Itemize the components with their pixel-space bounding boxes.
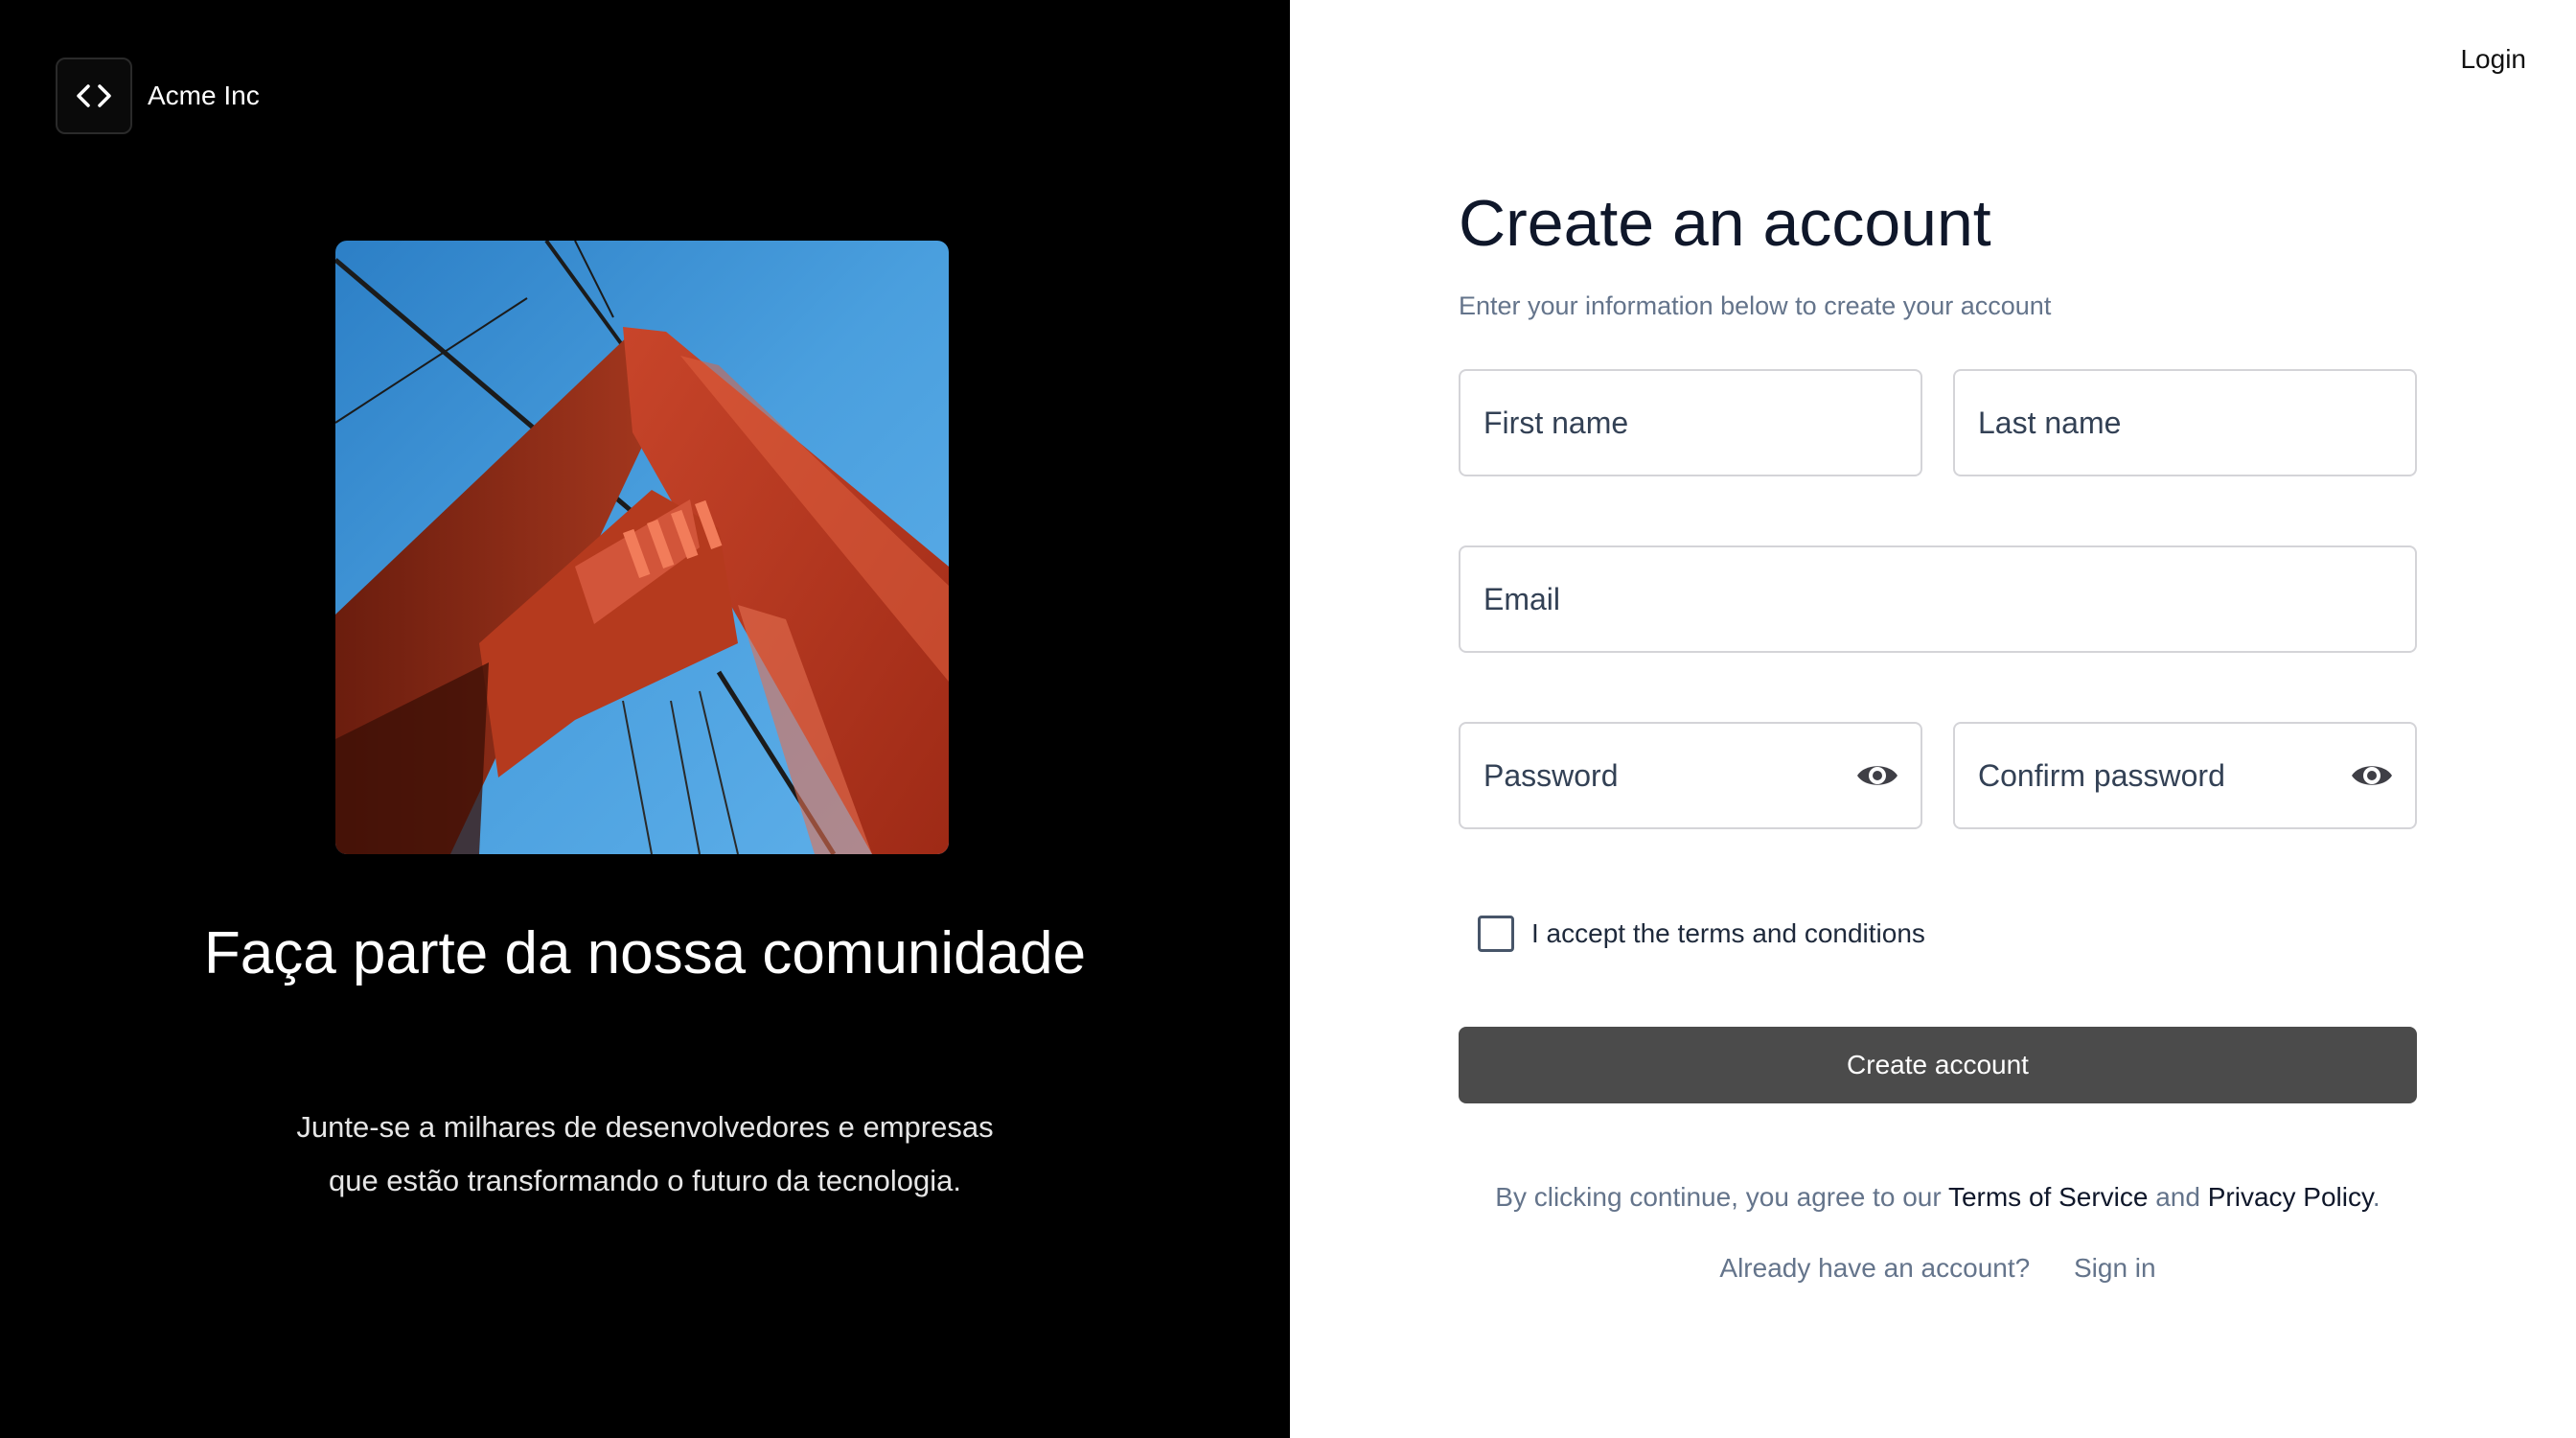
last-name-field[interactable] xyxy=(1953,369,2417,476)
confirm-password-field[interactable] xyxy=(1953,722,2417,829)
legal-prefix: By clicking continue, you agree to our xyxy=(1495,1182,1942,1212)
email-input[interactable] xyxy=(1484,581,2392,617)
password-input[interactable] xyxy=(1484,757,1898,794)
signup-form: Create an account Enter your information… xyxy=(1459,182,2417,1284)
hero-subtitle: Junte-se a milhares de desenvolvedores e… xyxy=(0,1101,1290,1208)
code-brackets-icon xyxy=(56,58,132,134)
legal-suffix: . xyxy=(2372,1182,2380,1212)
brand[interactable]: Acme Inc xyxy=(56,58,260,134)
create-account-button[interactable]: Create account xyxy=(1459,1027,2417,1103)
hero-title: Faça parte da nossa comunidade xyxy=(203,920,1087,986)
signin-row: Already have an account? Sign in xyxy=(1459,1253,2417,1284)
terms-label[interactable]: I accept the terms and conditions xyxy=(1531,918,1925,949)
eye-icon[interactable] xyxy=(1855,759,1899,792)
last-name-input[interactable] xyxy=(1978,405,2392,441)
hero-subtitle-line-1: Junte-se a milhares de desenvolvedores e… xyxy=(296,1110,994,1144)
email-field[interactable] xyxy=(1459,545,2417,653)
first-name-field[interactable] xyxy=(1459,369,1922,476)
hero-subtitle-line-2: que estão transformando o futuro da tecn… xyxy=(328,1164,962,1197)
confirm-password-input[interactable] xyxy=(1978,757,2392,794)
left-panel: Acme Inc Faça parte da nossa comunidade … xyxy=(0,0,1290,1438)
password-field[interactable] xyxy=(1459,722,1922,829)
right-panel: Login Create an account Enter your infor… xyxy=(1290,0,2576,1438)
first-name-input[interactable] xyxy=(1484,405,1898,441)
form-title: Create an account xyxy=(1459,187,1991,260)
email-row xyxy=(1459,545,2417,653)
legal-text: By clicking continue, you agree to our T… xyxy=(1459,1182,2417,1213)
name-row xyxy=(1459,369,2417,476)
signin-prompt: Already have an account? xyxy=(1719,1253,2031,1283)
terms-of-service-link[interactable]: Terms of Service xyxy=(1948,1182,2149,1212)
form-subtitle: Enter your information below to create y… xyxy=(1459,291,2052,320)
legal-and: and xyxy=(2155,1182,2200,1212)
terms-row: I accept the terms and conditions xyxy=(1459,916,2417,952)
sign-in-link[interactable]: Sign in xyxy=(2074,1253,2156,1283)
brand-name: Acme Inc xyxy=(148,81,260,110)
terms-checkbox[interactable] xyxy=(1478,916,1514,952)
eye-icon[interactable] xyxy=(2350,759,2394,792)
password-row xyxy=(1459,722,2417,829)
privacy-policy-link[interactable]: Privacy Policy xyxy=(2208,1182,2373,1212)
hero-image xyxy=(335,241,949,854)
login-link[interactable]: Login xyxy=(2460,44,2526,75)
